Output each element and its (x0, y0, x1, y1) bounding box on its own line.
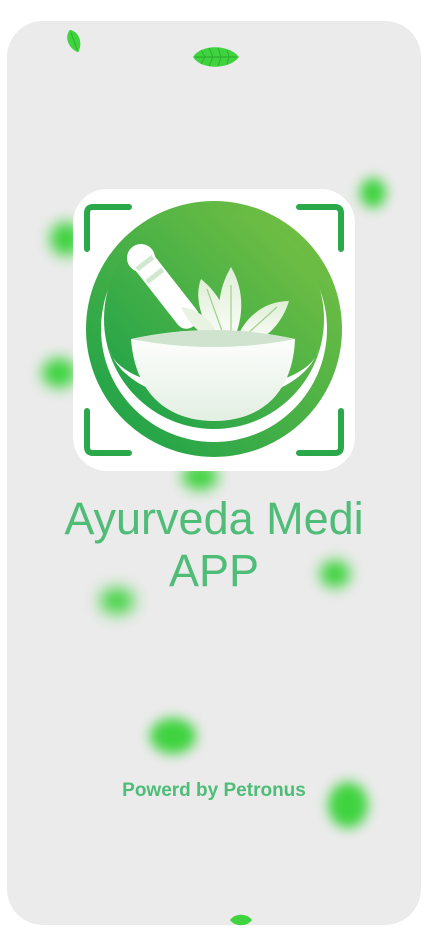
falling-leaf-icon (42, 358, 76, 388)
app-title: Ayurveda Medi APP (0, 493, 428, 597)
falling-leaf-icon (193, 47, 239, 67)
powered-by-label: Powerd by Petronus (122, 780, 306, 801)
falling-leaf-icon (150, 718, 196, 754)
falling-leaf-icon (360, 178, 386, 208)
app-title-line1: Ayurveda Medi (64, 493, 364, 544)
falling-leaf-icon (230, 914, 252, 926)
app-title-line2: APP (168, 545, 260, 596)
mortar-pestle-herb-leaves-icon (84, 201, 344, 457)
splash-screen: Ayurveda Medi APP Powerd by Petronus (0, 0, 428, 936)
app-logo (73, 189, 355, 471)
falling-leaf-icon (67, 29, 81, 53)
